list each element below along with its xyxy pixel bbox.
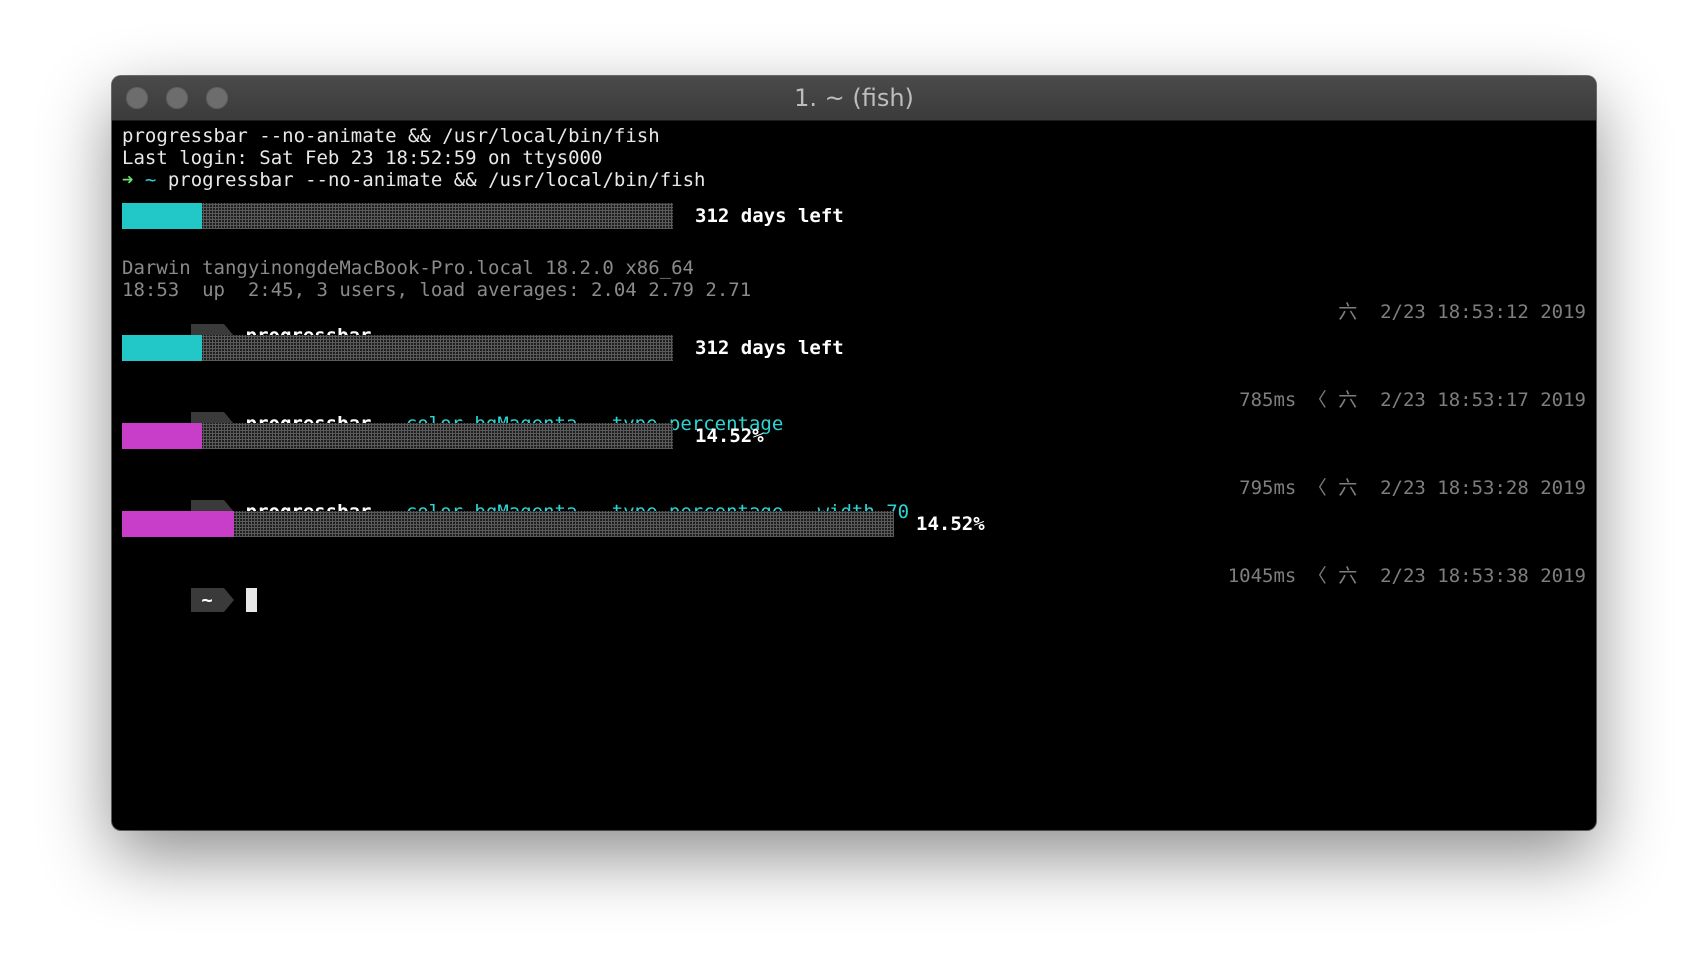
title-bar: 1. ~ (fish) [112, 76, 1596, 121]
output-line: ➜ ~ progressbar --no-animate && /usr/loc… [122, 168, 1586, 192]
prompt-line: ~progressbar --color bgMagenta --type pe… [122, 388, 1586, 436]
prompt-timestamp: 795ms 〈 六 2/23 18:53:28 2019 [1239, 477, 1586, 499]
prompt-line: ~progressbar 六 2/23 18:53:12 2019 [122, 300, 1586, 348]
progress-track [122, 511, 894, 537]
output-line: Last login: Sat Feb 23 18:52:59 on ttys0… [122, 147, 603, 169]
progress-label: 312 days left [695, 205, 844, 227]
prompt-line: ~ 1045ms 〈 六 2/23 18:53:38 2019 [122, 564, 1586, 612]
window-title: 1. ~ (fish) [794, 84, 914, 112]
output-line: Darwin tangyinongdeMacBook-Pro.local 18.… [122, 257, 694, 279]
progress-label: 14.52% [695, 425, 764, 447]
prompt-arrow-icon: ➜ [122, 169, 134, 191]
output-line: 18:53 up 2:45, 3 users, load averages: 2… [122, 279, 752, 301]
text-cursor[interactable] [245, 588, 257, 612]
progress-track [122, 423, 673, 449]
progress-fill [122, 511, 234, 537]
terminal-window: 1. ~ (fish) progressbar --no-animate && … [112, 76, 1596, 830]
progress-track [122, 335, 673, 361]
prompt-timestamp: 1045ms 〈 六 2/23 18:53:38 2019 [1227, 565, 1586, 587]
progress-fill [122, 335, 202, 361]
terminal-content[interactable]: progressbar --no-animate && /usr/local/b… [122, 124, 1586, 830]
prompt-timestamp: 六 2/23 18:53:12 2019 [1338, 301, 1586, 323]
progress-fill [122, 423, 202, 449]
progress-label: 312 days left [695, 337, 844, 359]
prompt-timestamp: 785ms 〈 六 2/23 18:53:17 2019 [1239, 389, 1586, 411]
output-line: progressbar --no-animate && /usr/local/b… [122, 125, 660, 147]
cwd-indicator: ~ [144, 169, 157, 191]
progress-track [122, 203, 673, 229]
prompt-badge: ~ [190, 588, 234, 612]
progress-label: 14.52% [916, 513, 985, 535]
prompt-line: ~progressbar --color bgMagenta --type pe… [122, 476, 1586, 524]
progress-fill [122, 203, 202, 229]
command-text: progressbar --no-animate && /usr/local/b… [167, 169, 706, 191]
